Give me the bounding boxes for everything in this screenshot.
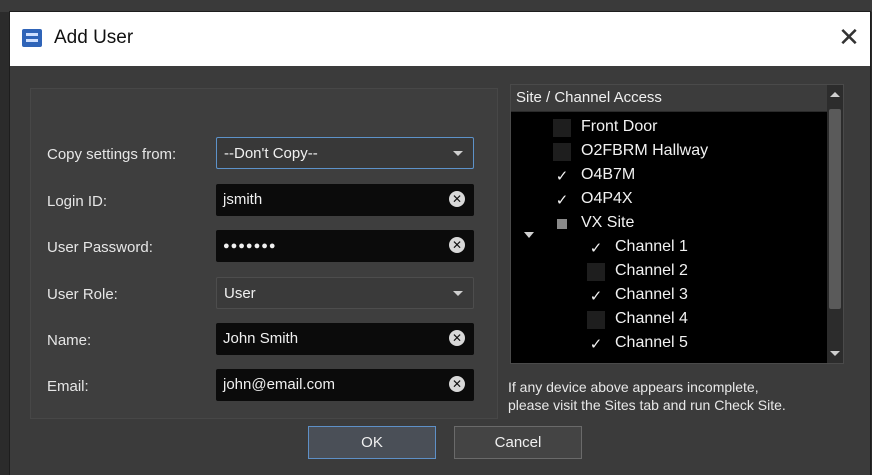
- tree-item-label: O2FBRM Hallway: [581, 142, 709, 159]
- user-role-dropdown[interactable]: User: [216, 277, 474, 309]
- ok-button[interactable]: OK: [308, 426, 436, 459]
- checkbox-partial[interactable]: [553, 215, 571, 233]
- checkbox[interactable]: [587, 311, 605, 329]
- close-icon[interactable]: ✕: [834, 22, 864, 52]
- note-line-1: If any device above appears incomplete,: [508, 379, 759, 395]
- expand-arrow-icon[interactable]: [524, 232, 534, 238]
- copy-settings-value: --Don't Copy--: [224, 145, 318, 162]
- tree-item-label: Channel 5: [615, 334, 688, 351]
- dialog-title: Add User: [54, 27, 134, 48]
- clear-icon[interactable]: ✕: [449, 330, 465, 346]
- site-channel-access-tree[interactable]: Site / Channel Access Front Door O2FBRM …: [510, 84, 844, 364]
- login-id-value: jsmith: [223, 191, 263, 208]
- name-label: Name:: [47, 332, 92, 349]
- checkbox-checked[interactable]: ✓: [587, 239, 605, 257]
- checkbox[interactable]: [553, 143, 571, 161]
- clear-icon[interactable]: ✕: [449, 191, 465, 207]
- user-role-label: User Role:: [47, 286, 118, 303]
- scroll-down-icon[interactable]: [830, 351, 840, 356]
- tree-item-label: Channel 4: [615, 310, 688, 327]
- tree-item-label: Channel 3: [615, 286, 688, 303]
- name-value: John Smith: [223, 330, 299, 347]
- checkbox[interactable]: [553, 119, 571, 137]
- note-line-2: please visit the Sites tab and run Check…: [508, 397, 786, 413]
- user-role-value: User: [224, 285, 256, 302]
- tree-item-label: Channel 2: [615, 262, 688, 279]
- tree-item-label: VX Site: [581, 214, 635, 231]
- tree-header: Site / Channel Access: [511, 85, 827, 112]
- tree-item-label: Front Door: [581, 118, 658, 135]
- login-id-label: Login ID:: [47, 193, 108, 210]
- user-form-panel: Copy settings from: --Don't Copy-- Login…: [30, 88, 498, 419]
- checkbox-checked[interactable]: ✓: [553, 167, 571, 185]
- desktop-background: [0, 0, 872, 12]
- password-label: User Password:: [47, 239, 153, 256]
- tree-item-label: Channel 1: [615, 238, 688, 255]
- name-field[interactable]: John Smith ✕: [216, 323, 474, 355]
- add-user-dialog: Add User ✕ Copy settings from: --Don't C…: [10, 12, 870, 475]
- chevron-down-icon: [453, 151, 463, 156]
- clear-icon[interactable]: ✕: [449, 237, 465, 253]
- email-field[interactable]: john@email.com ✕: [216, 369, 474, 401]
- title-bar: Add User ✕: [10, 12, 870, 66]
- copy-settings-dropdown[interactable]: --Don't Copy--: [216, 137, 474, 169]
- tree-scrollbar[interactable]: [827, 85, 843, 363]
- copy-settings-label: Copy settings from:: [47, 146, 177, 163]
- tree-item-label: O4P4X: [581, 190, 633, 207]
- email-value: john@email.com: [223, 376, 335, 393]
- checkbox-checked[interactable]: ✓: [553, 191, 571, 209]
- app-icon: [22, 29, 42, 47]
- tree-item-label: O4B7M: [581, 166, 636, 183]
- scroll-up-icon[interactable]: [830, 92, 840, 97]
- cancel-button[interactable]: Cancel: [454, 426, 582, 459]
- email-label: Email:: [47, 378, 89, 395]
- login-id-field[interactable]: jsmith ✕: [216, 184, 474, 216]
- checkbox[interactable]: [587, 263, 605, 281]
- clear-icon[interactable]: ✕: [449, 376, 465, 392]
- incomplete-device-note: If any device above appears incomplete, …: [508, 378, 868, 414]
- checkbox-checked[interactable]: ✓: [587, 287, 605, 305]
- scroll-thumb[interactable]: [829, 109, 841, 309]
- checkbox-checked[interactable]: ✓: [587, 335, 605, 353]
- chevron-down-icon: [453, 291, 463, 296]
- password-field[interactable]: ●●●●●●● ✕: [216, 230, 474, 262]
- password-value: ●●●●●●●: [223, 240, 277, 252]
